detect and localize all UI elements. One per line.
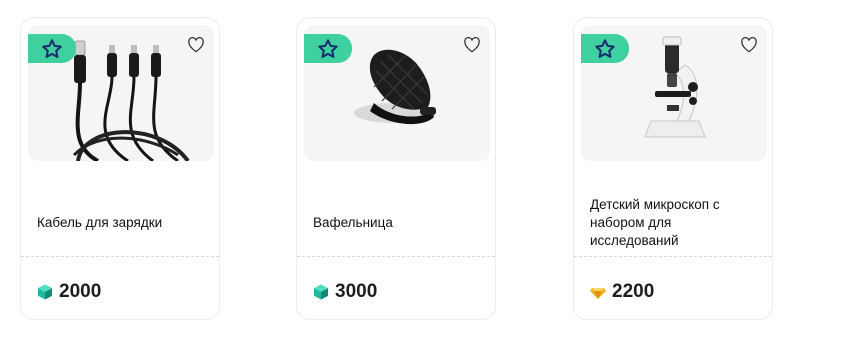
product-card[interactable]: Вафельница 3000 [296,17,496,320]
green-gem-icon [38,284,52,300]
product-image-area [304,25,490,161]
price-value: 2200 [612,281,655,302]
featured-badge [28,34,76,63]
favorite-button[interactable] [186,34,206,54]
product-price: 2200 [590,280,654,304]
price-value: 3000 [335,281,378,302]
star-icon [42,38,62,58]
divider [574,256,772,257]
favorite-button[interactable] [462,34,482,54]
green-gem-icon [314,284,328,300]
product-title[interactable]: Детский микроскоп с набором для исследов… [590,183,758,263]
product-image-area [28,25,214,161]
product-grid: Кабель для зарядки 2000 Вафельница 3000 … [0,0,859,340]
product-price: 3000 [313,280,377,304]
heart-outline-icon [741,36,757,52]
star-icon [318,38,338,58]
price-value: 2000 [59,281,102,302]
star-icon [595,38,615,58]
gold-crystal-icon [590,288,606,299]
heart-outline-icon [188,36,204,52]
featured-badge [304,34,352,63]
featured-badge [581,34,629,63]
product-title[interactable]: Кабель для зарядки [37,183,205,263]
favorite-button[interactable] [739,34,759,54]
divider [21,256,219,257]
product-title[interactable]: Вафельница [313,183,481,263]
product-image-area [581,25,767,161]
divider [297,256,495,257]
heart-outline-icon [464,36,480,52]
product-card[interactable]: Детский микроскоп с набором для исследов… [573,17,773,320]
product-card[interactable]: Кабель для зарядки 2000 [20,17,220,320]
product-price: 2000 [37,280,101,304]
